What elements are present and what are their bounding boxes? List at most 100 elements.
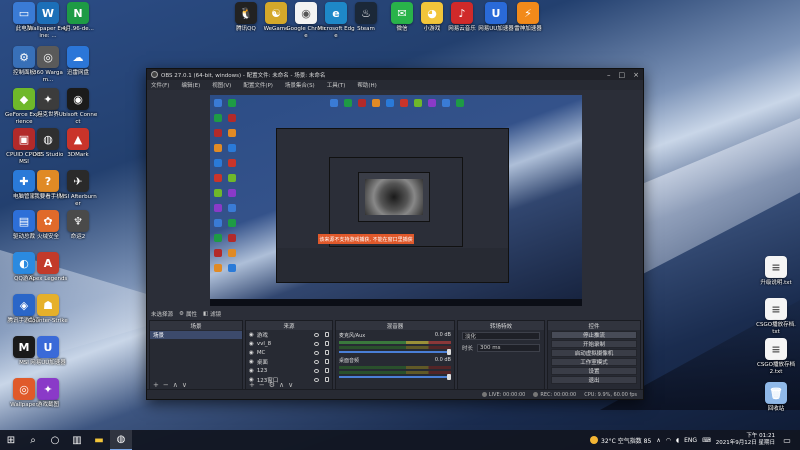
desktop-icon-left-14[interactable]: ✈ MSI Afterburner [58, 170, 98, 208]
filter-icon: ◧ [202, 311, 209, 317]
settings-button[interactable]: 设置 [551, 367, 637, 375]
desktop-icon-left-23[interactable]: U 网易UU加速器 [28, 336, 68, 367]
volume-slider[interactable] [339, 349, 451, 355]
desktop-icon-top-4[interactable]: ♨ Steam [346, 2, 386, 33]
desktop-icon-left-17[interactable]: ♆ 命运2 [58, 210, 98, 241]
speaker-icon[interactable]: ◖ [676, 437, 679, 444]
sources-dock: 来源 ◉ 游戏 ◉ vvl_8 ◉ MC ◉ 桌面 ◉ 123 ◉ 123窗口 + − ⚙ ∧ ∨ [245, 320, 333, 390]
obs-window[interactable]: OBS 27.0.1 (64-bit, windows) - 配置文件: 未命名… [146, 68, 644, 400]
app-icon: ✈ [67, 170, 89, 192]
source-item[interactable]: ◉ 桌面 [246, 357, 332, 366]
search-icon[interactable]: ⌕ [22, 430, 44, 450]
nested-desktop-icon [228, 264, 236, 272]
remove-icon[interactable]: − [163, 381, 169, 389]
visibility-icon[interactable] [314, 350, 319, 355]
notification-icon[interactable]: ▭ [780, 430, 794, 450]
app-icon: ✿ [37, 210, 59, 232]
desktop-icon-right-1[interactable]: ≡ CSGO播放存档.txt [756, 298, 796, 336]
up-icon[interactable]: ∧ [173, 381, 178, 389]
down-icon[interactable]: ∨ [182, 381, 187, 389]
cortana-icon[interactable]: ○ [44, 430, 66, 450]
menu-scene-collection[interactable]: 场景集合(S) [285, 81, 315, 89]
lock-icon[interactable] [325, 359, 329, 364]
source-item[interactable]: ◉ 123 [246, 366, 332, 375]
lock-icon[interactable] [325, 341, 329, 346]
menu-profile[interactable]: 配置文件(P) [243, 81, 273, 89]
lock-icon[interactable] [325, 368, 329, 373]
desktop-icon-left-11[interactable]: ▲ 3DMark [58, 128, 98, 159]
minimize-icon[interactable]: – [607, 71, 611, 79]
source-toolbar: 未选择源 ⚙ 属性 ◧ 滤镜 [147, 309, 643, 319]
visibility-icon[interactable] [314, 359, 319, 364]
clock[interactable]: 下午 01:21 2021年9月12日 星期日 [716, 433, 775, 447]
source-item[interactable]: ◉ MC [246, 348, 332, 357]
desktop-icon-left-21[interactable]: ☗ Counter-Strike [28, 294, 68, 325]
keyboard-icon[interactable]: ⌨ [702, 437, 711, 444]
menu-file[interactable]: 文件(F) [151, 81, 169, 89]
weather-widget[interactable]: 32°C 空气指数 85 [590, 436, 651, 445]
desktop-icon-right-3[interactable]: 🗑 回收站 [756, 382, 796, 413]
gear-icon[interactable]: ⚙ [269, 381, 275, 389]
desktop-icon-left-19[interactable]: A Apex Legends [28, 252, 68, 283]
app-icon: ♪ [451, 2, 473, 24]
obs-preview[interactable]: 该来源不支持游戏捕获, 不能在窗口里捕获 [210, 95, 582, 306]
exit-button[interactable]: 退出 [551, 376, 637, 384]
app-icon: ☗ [37, 294, 59, 316]
lock-icon[interactable] [325, 332, 329, 337]
nested-desktop-icon [344, 99, 352, 107]
lock-icon[interactable] [325, 350, 329, 355]
stop-streaming-button[interactable]: 停止推流 [551, 331, 637, 339]
source-item[interactable]: ◉ vvl_8 [246, 339, 332, 348]
maximize-icon[interactable]: □ [619, 71, 626, 79]
windows-icon[interactable]: ⊞ [0, 430, 22, 450]
visibility-icon[interactable] [314, 368, 319, 373]
nested-desktop-icon [442, 99, 450, 107]
level-meter [339, 371, 451, 374]
desktop-icon-label: 迅雷网盘 [66, 70, 89, 76]
app-icon: ♆ [67, 210, 89, 232]
duration-input[interactable]: 300 ms [477, 344, 540, 352]
desktop-icon-right-2[interactable]: ≡ CSGO播放存档2.txt [756, 338, 796, 376]
obs-icon[interactable]: ◍ [110, 430, 132, 450]
taskview-icon[interactable]: ▥ [66, 430, 88, 450]
properties-button[interactable]: ⚙ 属性 [179, 310, 197, 318]
file-explorer-icon[interactable]: ▬ [88, 430, 110, 450]
volume-slider[interactable] [339, 374, 451, 380]
desktop-icon-right-0[interactable]: ≡ 升级说明.txt [756, 256, 796, 287]
menu-edit[interactable]: 编辑(E) [181, 81, 200, 89]
sources-dock-footer: + − ⚙ ∧ ∨ [246, 380, 332, 389]
desktop-icon-left-8[interactable]: ◉ Ubisoft Connect [58, 88, 98, 126]
studio-mode-button[interactable]: 工作室模式 [551, 358, 637, 366]
obs-title-bar[interactable]: OBS 27.0.1 (64-bit, windows) - 配置文件: 未命名… [147, 69, 643, 80]
menu-help[interactable]: 帮助(H) [357, 81, 376, 89]
add-icon[interactable]: + [249, 381, 255, 389]
remove-icon[interactable]: − [259, 381, 265, 389]
up-icon[interactable]: ∧ [279, 381, 284, 389]
scene-item[interactable]: 场景 [150, 331, 242, 339]
filters-button[interactable]: ◧ 滤镜 [203, 310, 221, 318]
menu-tools[interactable]: 工具(T) [327, 81, 346, 89]
start-recording-button[interactable]: 开始录制 [551, 340, 637, 348]
desktop-icon-left-2[interactable]: N 4月.96-de... [58, 2, 98, 33]
wifi-icon[interactable]: ◠ [666, 437, 671, 444]
source-item[interactable]: ◉ 游戏 [246, 330, 332, 339]
menu-view[interactable]: 视图(V) [212, 81, 231, 89]
down-icon[interactable]: ∨ [288, 381, 293, 389]
language-indicator[interactable]: ENG [684, 437, 697, 444]
nested-desktop-icon [214, 174, 222, 182]
add-icon[interactable]: + [153, 381, 159, 389]
visibility-icon[interactable] [314, 332, 319, 337]
channel-db: 0.0 dB [434, 332, 451, 338]
app-icon: ⚡ [517, 2, 539, 24]
desktop-icon-top-9[interactable]: ⚡ 雷神加速器 [508, 2, 548, 33]
visibility-icon[interactable] [314, 341, 319, 346]
start-virtual-camera-button[interactable]: 启动虚拟摄像机 [551, 349, 637, 357]
tray-arrow-icon[interactable]: ∧ [656, 437, 660, 444]
desktop-icon-label: CSGO播放存档.txt [756, 322, 796, 335]
desktop-icon-left-25[interactable]: ✦ 游戏截图 [28, 378, 68, 409]
transition-select[interactable]: 淡化 [462, 332, 540, 340]
app-icon: ≡ [765, 256, 787, 278]
source-name: 桌面 [256, 359, 268, 366]
desktop-icon-left-5[interactable]: ☁ 迅雷网盘 [58, 46, 98, 77]
close-icon[interactable]: × [633, 71, 639, 79]
